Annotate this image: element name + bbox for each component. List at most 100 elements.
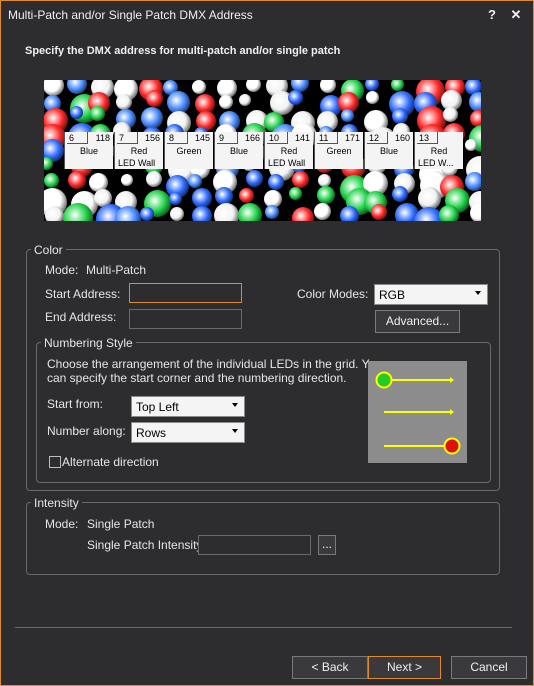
led-dot: [44, 206, 64, 221]
start-address-field[interactable]: [129, 283, 242, 303]
led-dot: [438, 205, 459, 221]
dmx-cell: 8 145 Green: [164, 132, 213, 169]
dmx-cell-num: 8: [169, 133, 175, 143]
intensity-mode-value: Single Patch: [87, 517, 155, 531]
chevron-down-icon: [475, 291, 481, 295]
footer-divider: [15, 627, 512, 628]
cancel-button[interactable]: Cancel: [451, 656, 527, 679]
dmx-cell: 6 118 Blue: [64, 132, 113, 169]
led-dot: [392, 107, 409, 124]
start-address-label: Start Address:: [45, 287, 121, 301]
led-dot: [291, 170, 309, 188]
dmx-cell-wall: LED W...: [418, 158, 454, 168]
led-dot: [391, 80, 405, 92]
dmx-cell-num: 6: [69, 133, 75, 143]
dmx-cell-clr: Green: [176, 146, 202, 156]
browse-button[interactable]: ...: [318, 535, 336, 555]
led-dot: [239, 94, 252, 107]
window-title: Multi-Patch and/or Single Patch DMX Addr…: [8, 8, 253, 22]
dmx-address-strip: 6 118 Blue 7 156 Red LED Wall 8 145 Green 9 166 Blue…: [44, 132, 481, 170]
color-mode-label: Mode:: [45, 263, 79, 277]
led-dot: [214, 202, 240, 221]
single-patch-intensity-label: Single Patch Intensity:: [87, 538, 206, 552]
led-dot: [115, 205, 142, 221]
dialog-window: Multi-Patch and/or Single Patch DMX Addr…: [0, 0, 534, 686]
color-modes-label: Color Modes:: [297, 287, 369, 301]
led-dot: [120, 173, 133, 186]
dmx-cell: 11 171 Green: [314, 132, 363, 169]
end-address-field[interactable]: [129, 309, 242, 329]
dmx-cell-num: 13: [419, 133, 430, 143]
page-heading: Specify the DMX address for multi-patch …: [25, 45, 341, 57]
led-dot: [289, 186, 303, 200]
dmx-cell-clr: Blue: [379, 146, 398, 156]
dmx-cell-clr: Green: [326, 146, 352, 156]
close-button[interactable]: ✕: [505, 5, 527, 25]
led-dot: [192, 206, 213, 221]
numbering-diagram: [368, 361, 467, 463]
led-dot: [44, 173, 60, 189]
dmx-cell: 13 Red LED W...: [414, 132, 463, 169]
dmx-cell-val: 171: [344, 133, 360, 143]
numbering-description-1: Choose the arrangement of the individual…: [47, 357, 382, 371]
back-button[interactable]: < Back: [292, 656, 368, 679]
dmx-cell-wall: LED Wall: [118, 158, 156, 168]
led-dot: [470, 109, 481, 127]
next-button[interactable]: Next >: [368, 656, 441, 679]
dmx-cell-num: 10: [269, 133, 280, 143]
color-modes-dropdown[interactable]: RGB: [374, 284, 488, 305]
dmx-cell: 10 141 Red LED Wall: [264, 132, 313, 169]
chevron-down-icon: [232, 403, 238, 407]
dmx-cell-num: 7: [119, 133, 125, 143]
led-dot: [391, 186, 408, 203]
numbering-style-legend: Numbering Style: [41, 336, 136, 350]
led-dot: [145, 171, 162, 188]
led-dot: [245, 80, 261, 92]
led-dot: [288, 90, 304, 106]
arrowhead-icon: [450, 377, 454, 383]
color-modes-value: RGB: [379, 288, 406, 302]
dmx-cell-val: 166: [244, 133, 260, 143]
led-dot: [169, 191, 183, 205]
led-dot: [443, 107, 459, 123]
led-dot: [139, 206, 154, 221]
single-patch-intensity-field[interactable]: [198, 535, 311, 555]
chevron-down-icon: [232, 429, 238, 433]
dmx-cell-val: 141: [294, 133, 310, 143]
led-dot: [44, 80, 64, 96]
dmx-cell-val: 156: [144, 133, 160, 143]
dmx-cell-num: 12: [369, 133, 380, 143]
led-dot: [191, 80, 206, 94]
led-dot: [245, 170, 263, 188]
led-dot: [468, 92, 481, 113]
dmx-cell-clr: Red: [280, 146, 298, 156]
start-from-label: Start from:: [47, 397, 104, 411]
alternate-direction-checkbox[interactable]: [49, 456, 61, 468]
led-dot: [145, 90, 163, 108]
led-dot: [313, 202, 331, 220]
led-dot: [67, 80, 88, 95]
led-dot: [370, 204, 387, 221]
end-address-label: End Address:: [45, 310, 117, 324]
led-dot: [239, 187, 255, 203]
title-bar: Multi-Patch and/or Single Patch DMX Addr…: [1, 1, 533, 29]
arrowhead-icon: [450, 409, 454, 415]
led-dot: [464, 171, 481, 191]
dmx-cell-clr: Blue: [79, 146, 98, 156]
led-dot: [141, 106, 164, 129]
advanced-button[interactable]: Advanced...: [375, 310, 460, 333]
led-dot: [169, 206, 184, 221]
led-dot: [340, 108, 354, 122]
led-dot: [116, 94, 133, 111]
led-dot: [90, 106, 106, 122]
start-from-dropdown[interactable]: Top Left: [131, 396, 245, 417]
help-button[interactable]: ?: [481, 5, 503, 25]
led-dot: [166, 90, 190, 114]
number-along-dropdown[interactable]: Rows: [131, 422, 245, 443]
end-led-dot: [443, 437, 461, 455]
dmx-cell-clr: Red: [130, 146, 148, 156]
led-dot: [188, 174, 203, 189]
led-dot: [317, 186, 336, 205]
dmx-cell-clr: Red: [430, 146, 448, 156]
start-from-value: Top Left: [136, 400, 179, 414]
